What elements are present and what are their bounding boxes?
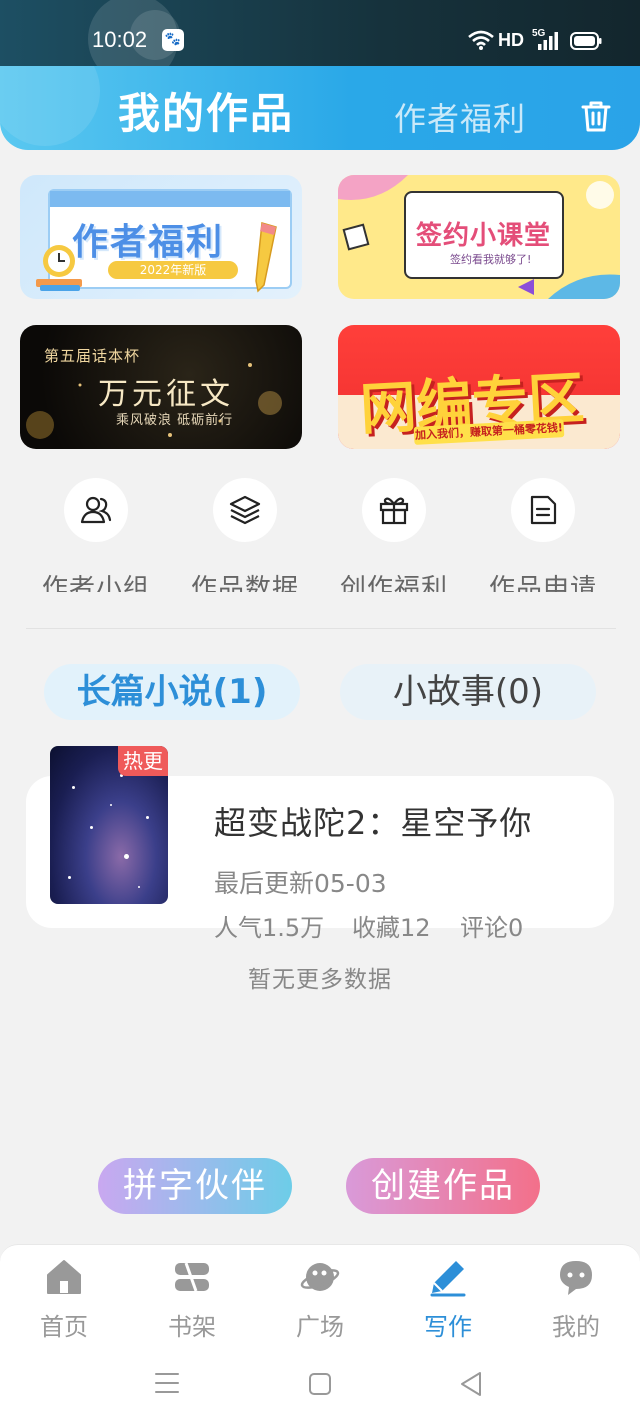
chat-icon <box>560 1261 592 1295</box>
tab-short-story[interactable]: 小故事(0) <box>340 664 596 720</box>
quick-creation-benefits[interactable] <box>362 478 426 542</box>
no-more-data-text: 暂无更多数据 <box>248 967 392 993</box>
banner-editor-zone[interactable]: 网编专区 加入我们，赚取第一桶零花钱! <box>338 325 620 449</box>
work-comments: 评论0 <box>460 914 524 942</box>
status-bar: 10:02 🐾 HD 5G <box>0 0 640 66</box>
quick-work-data[interactable] <box>213 478 277 542</box>
banner-subtitle: 2022年新版 <box>108 261 238 279</box>
section-divider <box>26 628 616 629</box>
nav-label: 我的 <box>552 1313 600 1341</box>
tab-long-novel[interactable]: 长篇小说(1) <box>44 664 300 720</box>
banner-subtitle: 签约看我就够了! <box>450 253 532 266</box>
signal-icon <box>538 32 558 50</box>
nav-mine[interactable]: 我的 <box>512 1257 640 1342</box>
nav-label: 首页 <box>40 1313 88 1341</box>
quick-label-work-data: 作品数据 <box>190 574 299 592</box>
banner-kicker: 第五届话本杯 <box>44 347 141 365</box>
network-hd-label: HD <box>498 30 524 50</box>
nav-bookshelf[interactable]: 书架 <box>128 1257 256 1342</box>
tab-my-works[interactable]: 我的作品 <box>118 80 294 141</box>
bookshelf-icon <box>175 1262 209 1292</box>
pen-icon <box>430 1261 466 1297</box>
work-last-updated: 最后更新05-03 <box>214 869 387 898</box>
wifi-icon <box>468 30 494 50</box>
work-title[interactable]: 超变战陀2：星空予你 <box>214 798 532 844</box>
layers-icon <box>229 495 261 525</box>
bottom-nav: 首页 书架 广场 写作 我的 <box>0 1244 640 1344</box>
tab-author-benefits[interactable]: 作者福利 <box>394 94 526 140</box>
banner-subtitle: 乘风破浪 砥砺前行 <box>116 413 234 428</box>
gift-icon <box>379 497 409 525</box>
banner-title: 作者福利 <box>72 222 225 263</box>
banner-title: 签约小课堂 <box>416 221 552 251</box>
pencil-icon <box>255 222 277 293</box>
banner-author-benefits[interactable]: 作者福利 2022年新版 <box>20 175 302 299</box>
banner-essay-contest[interactable]: 第五届话本杯 万元征文 乘风破浪 砥砺前行 <box>20 325 302 449</box>
create-work-button[interactable]: 创建作品 <box>346 1158 540 1214</box>
battery-icon <box>570 32 602 50</box>
status-time: 10:02 <box>92 27 148 52</box>
document-icon <box>530 495 557 525</box>
word-partner-button[interactable]: 拼字伙伴 <box>98 1158 292 1214</box>
nav-label: 广场 <box>296 1313 344 1341</box>
users-icon <box>80 496 112 524</box>
alarm-clock-icon <box>36 245 82 291</box>
nav-home[interactable]: 首页 <box>0 1257 128 1342</box>
home-square-icon[interactable] <box>308 1372 332 1396</box>
quick-author-group[interactable] <box>64 478 128 542</box>
header-glow <box>0 66 100 146</box>
banner-title: 万元征文 <box>98 377 234 412</box>
hot-update-badge: 热更 <box>118 746 168 776</box>
quick-work-application[interactable] <box>511 478 575 542</box>
system-navigation-bar <box>0 1344 640 1422</box>
banner-sign-class[interactable]: 签约小课堂 签约看我就够了! <box>338 175 620 299</box>
nav-writing[interactable]: 写作 <box>384 1257 512 1342</box>
nav-label: 写作 <box>424 1313 472 1341</box>
back-icon[interactable] <box>458 1370 484 1398</box>
quick-label-author-group: 作者小组 <box>41 574 150 592</box>
home-icon <box>47 1260 81 1294</box>
trash-icon[interactable] <box>580 99 612 133</box>
page-header: 我的作品 作者福利 <box>0 66 640 150</box>
work-favorites: 收藏12 <box>352 914 431 942</box>
work-popularity: 人气1.5万 <box>214 914 325 942</box>
planet-icon <box>300 1263 340 1291</box>
menu-icon[interactable] <box>154 1372 180 1394</box>
quick-label-creation-benefits: 创作福利 <box>339 574 448 592</box>
baidu-app-icon: 🐾 <box>162 29 184 51</box>
quick-label-work-application: 作品申请 <box>488 574 597 592</box>
nav-label: 书架 <box>168 1313 216 1341</box>
nav-plaza[interactable]: 广场 <box>256 1257 384 1342</box>
